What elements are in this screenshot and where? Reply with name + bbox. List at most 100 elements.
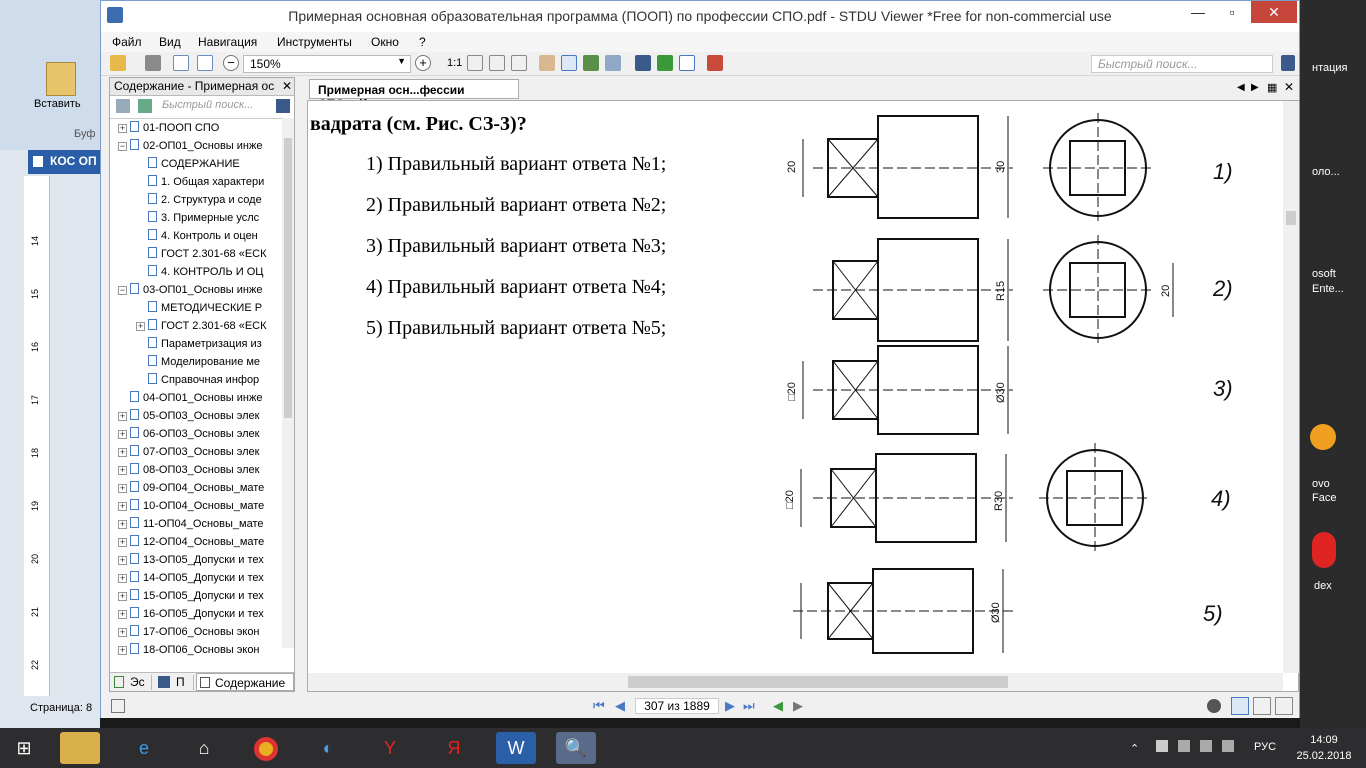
tree-item[interactable]: +15-ОП05_Допуски и тех: [110, 589, 280, 607]
tree-expander-icon[interactable]: −: [118, 286, 127, 295]
menu-file[interactable]: Файл: [112, 35, 142, 49]
tree-expander-icon[interactable]: +: [118, 430, 127, 439]
page-icon[interactable]: [173, 55, 189, 71]
tree-item[interactable]: + ГОСТ 2.301-68 «ЕСК: [110, 319, 280, 337]
tree-item[interactable]: +17-ОП06_Основы экон: [110, 625, 280, 643]
tree-item[interactable]: МЕТОДИЧЕСКИЕ Р: [110, 301, 280, 319]
chrome-icon[interactable]: [246, 732, 286, 764]
page-copy-icon[interactable]: [197, 55, 213, 71]
menu-view[interactable]: Вид: [159, 35, 181, 49]
panel-scroll-thumb[interactable]: [284, 138, 292, 418]
tree-item[interactable]: +09-ОП04_Основы_мате: [110, 481, 280, 499]
tree-expander-icon[interactable]: +: [118, 520, 127, 529]
snapshot-icon[interactable]: [583, 55, 599, 71]
find-icon[interactable]: [635, 55, 651, 71]
tree-item[interactable]: Справочная инфор: [110, 373, 280, 391]
tree-item[interactable]: 3. Примерные услс: [110, 211, 280, 229]
search-icon[interactable]: [1281, 55, 1295, 71]
network-icon[interactable]: [1200, 740, 1212, 752]
horizontal-scroll-thumb[interactable]: [628, 676, 1008, 688]
word-doc-tab[interactable]: КОС ОП: [28, 150, 100, 174]
facing-pages-icon[interactable]: [1275, 697, 1293, 715]
vertical-scroll-thumb[interactable]: [1286, 211, 1296, 225]
tree-item[interactable]: Моделирование ме: [110, 355, 280, 373]
tree-expander-icon[interactable]: +: [118, 538, 127, 547]
tree-item[interactable]: +01-ПООП СПО: [110, 121, 280, 139]
tab-prev-icon[interactable]: ◀: [1237, 82, 1245, 93]
tree-item[interactable]: 4. КОНТРОЛЬ И ОЦ: [110, 265, 280, 283]
media-player-icon[interactable]: ◐: [308, 732, 348, 764]
tree-item[interactable]: +16-ОП05_Допуски и тех: [110, 607, 280, 625]
home-icon[interactable]: ⌂: [184, 732, 224, 764]
expand-all-icon[interactable]: [116, 99, 130, 113]
actual-size-button[interactable]: 1:1: [447, 57, 462, 69]
bookmark-icon[interactable]: [707, 55, 723, 71]
continuous-page-icon[interactable]: [1253, 697, 1271, 715]
next-page-icon[interactable]: ▶: [725, 698, 735, 714]
menu-tools[interactable]: Инструменты: [277, 35, 352, 49]
yandex-icon[interactable]: Я: [434, 732, 474, 764]
tree-item[interactable]: Параметризация из: [110, 337, 280, 355]
tree-item[interactable]: +10-ОП04_Основы_мате: [110, 499, 280, 517]
internet-explorer-icon[interactable]: e: [124, 732, 164, 764]
back-icon[interactable]: ◀: [773, 698, 783, 714]
zoom-in-icon[interactable]: +: [415, 55, 431, 71]
word-icon[interactable]: W: [496, 732, 536, 764]
collapse-all-icon[interactable]: [138, 99, 152, 113]
tree-expander-icon[interactable]: +: [118, 502, 127, 511]
document-tab[interactable]: Примерная осн...фессии СПО.pdf: [309, 79, 519, 111]
desktop-icon-label[interactable]: Ente...: [1312, 283, 1344, 295]
tab-list-icon[interactable]: ▦: [1267, 81, 1277, 94]
page-number-field[interactable]: 307 из 1889: [635, 698, 719, 714]
panel-toggle-icon[interactable]: [111, 699, 125, 713]
zoom-select[interactable]: 150% ▼: [243, 55, 411, 73]
panel-search-input[interactable]: Быстрый поиск...: [162, 99, 272, 111]
tree-item[interactable]: 4. Контроль и оцен: [110, 229, 280, 247]
tree-item[interactable]: +06-ОП03_Основы элек: [110, 427, 280, 445]
fit-width-icon[interactable]: [489, 55, 505, 71]
tree-item[interactable]: − 03-ОП01_Основы инже: [110, 283, 280, 301]
tree-item[interactable]: +12-ОП04_Основы_мате: [110, 535, 280, 553]
tree-item[interactable]: +07-ОП03_Основы элек: [110, 445, 280, 463]
tree-expander-icon[interactable]: +: [118, 124, 127, 133]
first-page-icon[interactable]: ⏮: [593, 698, 605, 714]
document-viewport[interactable]: вадрата (см. Рис. СЗ-3)? 1) Правильный в…: [307, 100, 1299, 692]
tree-item[interactable]: ГОСТ 2.301-68 «ЕСК: [110, 247, 280, 265]
tree-item[interactable]: +11-ОП04_Основы_мате: [110, 517, 280, 535]
tree-expander-icon[interactable]: −: [118, 142, 127, 151]
tree-item[interactable]: 2. Структура и соде: [110, 193, 280, 211]
tree-expander-icon[interactable]: +: [118, 556, 127, 565]
forward-icon[interactable]: ▶: [793, 698, 803, 714]
tab-thumbnails[interactable]: Эс: [112, 675, 152, 690]
find-next-icon[interactable]: [657, 55, 673, 71]
tree-item[interactable]: +18-ОП06_Основы экон: [110, 643, 280, 661]
minimize-button[interactable]: —: [1181, 1, 1215, 23]
tree-expander-icon[interactable]: +: [118, 610, 127, 619]
desktop-icon-label[interactable]: Face: [1312, 492, 1336, 504]
panel-close-icon[interactable]: ✕: [282, 79, 292, 93]
stdu-viewer-icon[interactable]: 🔍: [556, 732, 596, 764]
clock[interactable]: 14:09 25.02.2018: [1294, 732, 1354, 764]
desktop-icon-label[interactable]: нтация: [1312, 62, 1348, 74]
tab-next-icon[interactable]: ▶: [1251, 82, 1259, 93]
tree-expander-icon[interactable]: +: [118, 484, 127, 493]
menu-help[interactable]: ?: [419, 35, 426, 49]
copy-icon[interactable]: [679, 55, 695, 71]
fit-height-icon[interactable]: [511, 55, 527, 71]
last-page-icon[interactable]: ⏭: [743, 698, 755, 714]
desktop-icon-label[interactable]: dex: [1314, 580, 1332, 592]
tree-expander-icon[interactable]: +: [118, 628, 127, 637]
open-folder-icon[interactable]: [110, 55, 126, 71]
volume-icon[interactable]: [1222, 740, 1234, 752]
tree-item[interactable]: +05-ОП03_Основы элек: [110, 409, 280, 427]
tree-item[interactable]: 1. Общая характери: [110, 175, 280, 193]
tree-expander-icon[interactable]: +: [118, 574, 127, 583]
desktop-icon-label[interactable]: osoft: [1312, 268, 1336, 280]
tree-item[interactable]: − 02-ОП01_Основы инже: [110, 139, 280, 157]
paste-label[interactable]: Вставить: [34, 98, 81, 110]
fit-page-icon[interactable]: [467, 55, 483, 71]
file-explorer-icon[interactable]: [60, 732, 100, 764]
tree-expander-icon[interactable]: +: [118, 646, 127, 655]
menu-window[interactable]: Окно: [371, 35, 399, 49]
document-vertical-scrollbar[interactable]: [1283, 101, 1299, 673]
